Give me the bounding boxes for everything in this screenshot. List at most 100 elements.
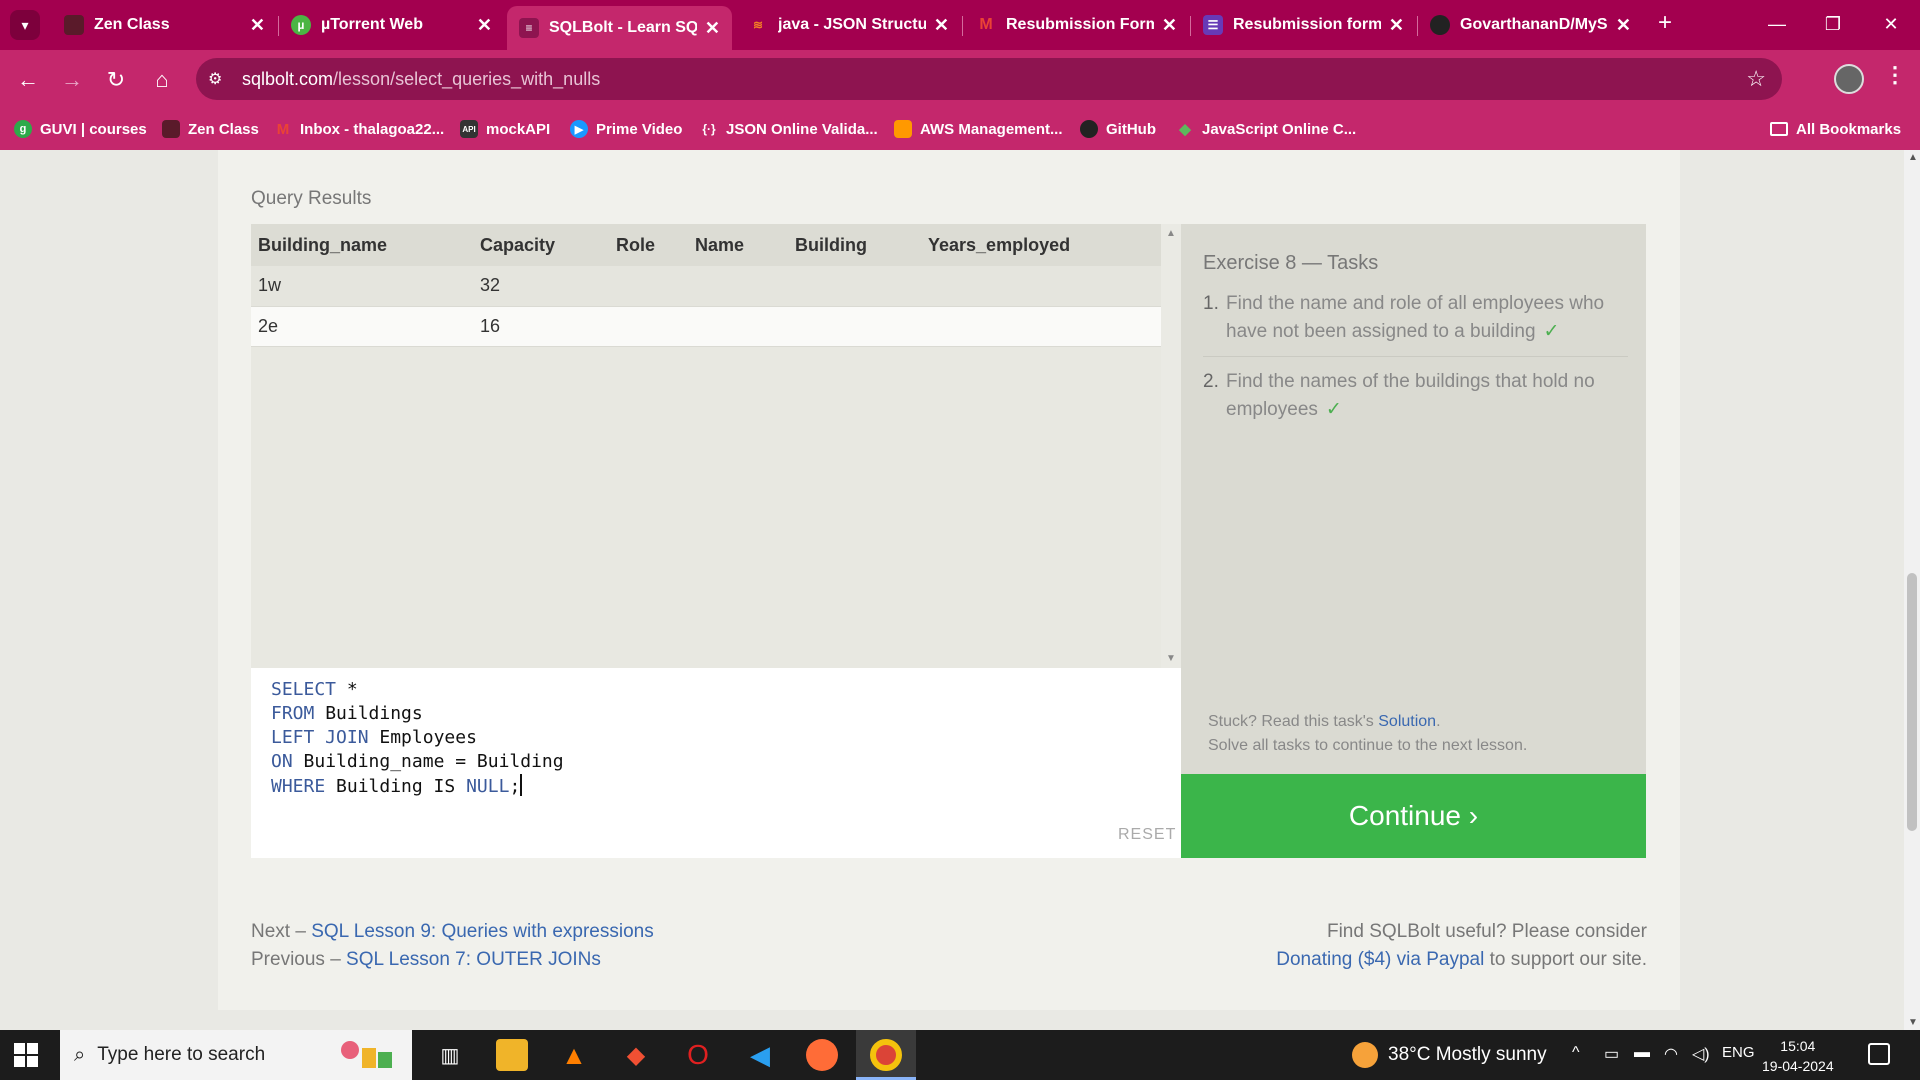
google-forms-icon: ☰ xyxy=(1203,15,1223,35)
bookmark-guvi[interactable]: g GUVI | courses xyxy=(14,117,147,141)
query-line: WHERE Building IS NULL; xyxy=(271,774,1161,798)
reset-button[interactable]: RESET xyxy=(1118,826,1176,844)
taskbar-search-box[interactable]: ⌕ Type here to search xyxy=(60,1030,412,1080)
close-icon[interactable]: ✕ xyxy=(1162,15,1177,36)
postman-icon[interactable] xyxy=(806,1039,838,1071)
close-icon[interactable]: ✕ xyxy=(705,18,720,39)
address-bar[interactable]: ⚙ sqlbolt.com/lesson/select_queries_with… xyxy=(196,58,1782,100)
back-arrow-icon[interactable]: ← xyxy=(10,62,46,98)
opera-icon[interactable]: O xyxy=(682,1039,714,1071)
battery-icon[interactable]: ▬ xyxy=(1634,1044,1650,1062)
windows-taskbar: ⌕ Type here to search ▥ ▲ ◆ O ◀ 38°C Mos… xyxy=(0,1030,1920,1080)
chrome-icon xyxy=(870,1039,902,1071)
tab-forms-resubmission[interactable]: ☰ Resubmission form ✕ xyxy=(1191,7,1416,43)
tab-title: Zen Class xyxy=(94,16,170,33)
github-icon xyxy=(1080,120,1098,138)
stuck-text: . xyxy=(1436,713,1441,730)
bookmark-zen-class[interactable]: Zen Class xyxy=(162,117,259,141)
language-indicator[interactable]: ENG xyxy=(1722,1044,1755,1061)
bookmark-label: AWS Management... xyxy=(920,120,1063,138)
task-view-icon[interactable]: ▥ xyxy=(434,1039,466,1071)
notification-center-icon[interactable] xyxy=(1868,1043,1890,1065)
reload-icon[interactable]: ↻ xyxy=(98,62,134,98)
windows-start-icon[interactable] xyxy=(14,1043,38,1067)
close-icon[interactable]: ✕ xyxy=(477,15,492,36)
bookmark-prime-video[interactable]: ▶ Prime Video xyxy=(570,117,682,141)
bookmark-mockapi[interactable]: API mockAPI xyxy=(460,117,550,141)
bookmark-label: mockAPI xyxy=(486,120,551,138)
home-icon[interactable]: ⌂ xyxy=(144,62,180,98)
text-caret xyxy=(520,774,523,796)
table-row: 1w 32 xyxy=(251,266,1161,307)
bookmark-label: Inbox - thalagoa22... xyxy=(300,120,445,138)
previous-lesson-link[interactable]: SQL Lesson 7: OUTER JOINs xyxy=(346,949,601,970)
table-cell xyxy=(688,266,788,307)
tab-stackoverflow[interactable]: ≋ java - JSON Structur ✕ xyxy=(736,7,961,43)
results-scrollbar[interactable]: ▲ ▼ xyxy=(1161,224,1181,668)
close-icon[interactable]: ✕ xyxy=(934,15,949,36)
bookmark-json-validator[interactable]: {·} JSON Online Valida... xyxy=(700,117,877,141)
minimize-icon[interactable]: — xyxy=(1754,6,1800,42)
close-icon[interactable]: ✕ xyxy=(1616,15,1631,36)
tab-zen-class[interactable]: Zen Class ✕ xyxy=(52,7,277,43)
solution-link[interactable]: Solution xyxy=(1378,713,1436,730)
weather-widget[interactable]: 38°C Mostly sunny xyxy=(1352,1042,1547,1068)
table-cell xyxy=(609,266,688,307)
sql-text: Building IS xyxy=(325,776,467,797)
bookmark-js-compiler[interactable]: ◆ JavaScript Online C... xyxy=(1176,117,1356,141)
bookmark-star-icon[interactable]: ☆ xyxy=(1746,66,1766,92)
query-results-label: Query Results xyxy=(251,188,372,209)
tab-utorrent[interactable]: µ µTorrent Web ✕ xyxy=(279,7,504,43)
sql-keyword: WHERE xyxy=(271,776,326,797)
continue-button[interactable]: Continue › xyxy=(1181,774,1646,858)
tab-sqlbolt[interactable]: ≡ SQLBolt - Learn SQL ✕ xyxy=(507,6,732,50)
sql-keyword: ON xyxy=(271,751,293,772)
table-cell: 2e xyxy=(251,306,473,347)
file-explorer-icon[interactable] xyxy=(496,1039,528,1071)
weather-sun-icon xyxy=(1352,1042,1378,1068)
git-icon[interactable]: ◆ xyxy=(620,1039,652,1071)
scrollbar-thumb[interactable] xyxy=(1907,573,1917,831)
close-icon[interactable]: ✕ xyxy=(1389,15,1404,36)
prev-prefix: Previous – xyxy=(251,949,347,970)
scroll-down-arrow-icon[interactable]: ▼ xyxy=(1908,1017,1918,1028)
new-tab-plus-icon[interactable]: + xyxy=(1650,8,1680,38)
taskbar-clock[interactable]: 15:04 19-04-2024 xyxy=(1762,1036,1834,1076)
stuck-text: Stuck? Read this task's xyxy=(1208,713,1379,730)
scroll-down-arrow-icon[interactable]: ▼ xyxy=(1166,653,1176,664)
forward-arrow-icon[interactable]: → xyxy=(54,62,90,98)
meet-now-icon[interactable]: ▭ xyxy=(1604,1044,1619,1064)
scroll-up-arrow-icon[interactable]: ▲ xyxy=(1908,152,1918,163)
browser-tab-bar: ▾ Zen Class ✕ µ µTorrent Web ✕ ≡ SQLBolt… xyxy=(0,0,1920,50)
restore-icon[interactable]: ❐ xyxy=(1810,6,1856,42)
donate-link[interactable]: Donating ($4) via Paypal xyxy=(1276,949,1484,970)
bookmark-github[interactable]: GitHub xyxy=(1080,117,1156,141)
vscode-icon[interactable]: ◀ xyxy=(744,1039,776,1071)
bookmark-aws[interactable]: AWS Management... xyxy=(894,117,1063,141)
next-lesson-link[interactable]: SQL Lesson 9: Queries with expressions xyxy=(311,921,654,942)
show-hidden-icons-chevron-icon[interactable]: ^ xyxy=(1572,1044,1580,1062)
tab-title: µTorrent Web xyxy=(321,16,423,33)
sql-keyword: FROM xyxy=(271,703,315,724)
wifi-icon[interactable]: ◠ xyxy=(1664,1044,1678,1064)
close-window-icon[interactable]: ✕ xyxy=(1868,6,1914,42)
chrome-taskbar-button[interactable] xyxy=(856,1030,916,1080)
sql-query-editor[interactable]: SELECT * FROM Buildings LEFT JOIN Employ… xyxy=(251,668,1181,858)
close-icon[interactable]: ✕ xyxy=(250,15,265,36)
site-info-icon[interactable]: ⚙ xyxy=(208,69,236,89)
sql-text: Building_name = Building xyxy=(292,751,564,772)
stackoverflow-icon: ≋ xyxy=(752,18,764,32)
all-bookmarks-button[interactable]: All Bookmarks xyxy=(1770,117,1901,141)
tab-github[interactable]: GovarthananD/MySQ ✕ xyxy=(1418,7,1643,43)
scroll-up-arrow-icon[interactable]: ▲ xyxy=(1166,228,1176,239)
profile-avatar[interactable] xyxy=(1834,64,1864,94)
tab-search-chevron-icon[interactable]: ▾ xyxy=(10,10,40,40)
more-menu-icon[interactable]: ⋮ xyxy=(1884,62,1906,88)
vlc-icon[interactable]: ▲ xyxy=(558,1039,590,1071)
query-line: SELECT * xyxy=(271,678,1161,702)
tab-gmail-resubmission[interactable]: M Resubmission Form ✕ xyxy=(964,7,1189,43)
bookmark-gmail-inbox[interactable]: M Inbox - thalagoa22... xyxy=(274,117,444,141)
query-line: FROM Buildings xyxy=(271,702,1161,726)
volume-icon[interactable]: ◁) xyxy=(1692,1044,1710,1064)
page-scrollbar[interactable]: ▲ ▼ xyxy=(1904,150,1920,1030)
